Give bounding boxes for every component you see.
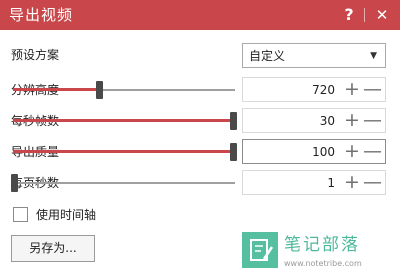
resolution-height-slider[interactable] — [11, 81, 237, 99]
close-icon[interactable]: ✕ — [373, 4, 391, 26]
minus-icon[interactable]: — — [363, 110, 382, 131]
minus-icon[interactable]: — — [363, 141, 382, 162]
titlebar-divider — [364, 8, 365, 22]
save-as-button[interactable]: 另存为... — [11, 235, 95, 262]
watermark-url: www.notetribe.com — [284, 259, 362, 268]
preset-label: 预设方案 — [11, 48, 60, 62]
window-title: 导出视频 — [9, 6, 74, 24]
plus-icon[interactable]: + — [343, 110, 361, 131]
plus-icon[interactable]: + — [343, 172, 361, 193]
pencil-note-icon — [242, 232, 278, 268]
title-bar: 导出视频 ? ✕ — [0, 0, 400, 30]
watermark: 笔记部落 www.notetribe.com — [242, 232, 400, 276]
seconds-per-page-value[interactable]: 1 — [327, 175, 335, 191]
plus-icon[interactable]: + — [343, 141, 361, 162]
chevron-down-icon[interactable]: ▼ — [370, 49, 377, 63]
slider-thumb[interactable] — [230, 143, 237, 161]
watermark-title: 笔记部落 — [284, 235, 360, 255]
preset-select-value: 自定义 — [249, 49, 286, 63]
help-icon[interactable]: ? — [341, 4, 357, 26]
export-quality-stepper[interactable]: 100 + — — [242, 139, 386, 164]
use-timeline-label[interactable]: 使用时间轴 — [36, 207, 96, 223]
slider-thumb[interactable] — [230, 112, 237, 130]
minus-icon[interactable]: — — [363, 172, 382, 193]
export-quality-value[interactable]: 100 — [312, 144, 335, 160]
seconds-per-page-stepper[interactable]: 1 + — — [242, 170, 386, 195]
slider-fill — [13, 150, 232, 153]
use-timeline-checkbox[interactable] — [13, 207, 28, 222]
slider-thumb[interactable] — [11, 174, 18, 192]
slider-fill — [13, 119, 232, 122]
frames-per-second-value[interactable]: 30 — [320, 113, 335, 129]
plus-icon[interactable]: + — [343, 79, 361, 100]
preset-select[interactable]: 自定义 ▼ — [242, 43, 386, 68]
frames-per-second-slider[interactable] — [11, 112, 237, 130]
minus-icon[interactable]: — — [363, 79, 382, 100]
resolution-height-value[interactable]: 720 — [312, 82, 335, 98]
resolution-height-stepper[interactable]: 720 + — — [242, 77, 386, 102]
slider-fill — [13, 88, 98, 91]
frames-per-second-stepper[interactable]: 30 + — — [242, 108, 386, 133]
slider-thumb[interactable] — [96, 81, 103, 99]
export-quality-slider[interactable] — [11, 143, 237, 161]
seconds-per-page-slider[interactable] — [11, 174, 237, 192]
slider-track — [13, 182, 235, 184]
